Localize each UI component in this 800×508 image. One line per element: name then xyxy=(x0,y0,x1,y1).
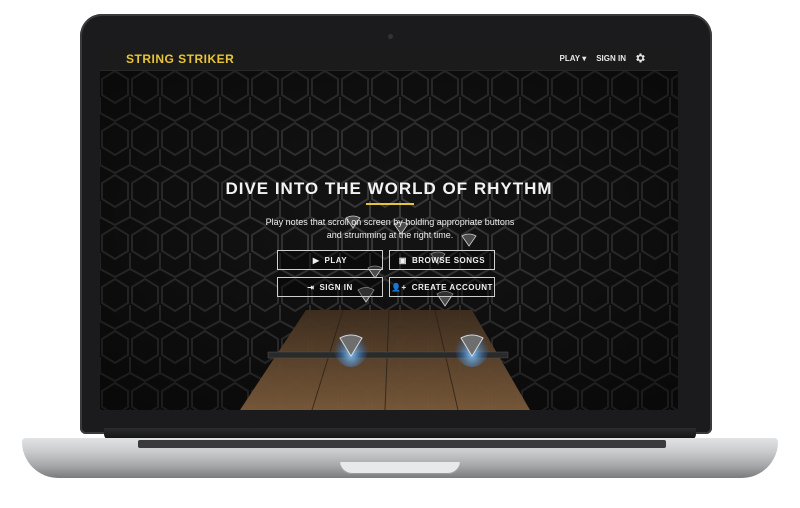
sign-in-label: SIGN IN xyxy=(319,282,353,292)
gear-icon[interactable] xyxy=(634,52,646,64)
camera xyxy=(388,34,393,39)
play-button-label: PLAY xyxy=(324,255,348,265)
nav-sign-in[interactable]: SIGN IN xyxy=(596,54,626,63)
add-user-icon: 👤+ xyxy=(391,282,407,292)
nav-links: PLAY ▾ SIGN IN xyxy=(560,54,626,63)
nav-play-dropdown[interactable]: PLAY ▾ xyxy=(560,54,587,63)
hero-subtitle-line-2: and strumming at the right time. xyxy=(326,230,454,240)
music-library-icon: ▣ xyxy=(398,255,407,265)
create-account-button[interactable]: 👤+ CREATE ACCOUNT xyxy=(389,277,495,297)
sign-in-button[interactable]: ⇥ SIGN IN xyxy=(277,277,383,297)
browse-songs-label: BROWSE SONGS xyxy=(411,255,486,265)
screen: STRING STRIKER PLAY ▾ SIGN IN DIVE INTO … xyxy=(100,48,678,410)
hero-subtitle-line-1: Play notes that scroll on screen by hold… xyxy=(265,217,515,227)
hero-title: DIVE INTO THE WORLD OF RHYTHM xyxy=(225,179,553,198)
login-icon: ⇥ xyxy=(307,282,315,292)
title-underline xyxy=(366,203,414,205)
play-icon: ▶ xyxy=(312,255,320,265)
laptop-keyboard-edge xyxy=(138,440,666,448)
laptop-notch xyxy=(340,462,460,474)
navbar: STRING STRIKER PLAY ▾ SIGN IN xyxy=(100,48,678,71)
create-account-label: CREATE ACCOUNT xyxy=(411,282,493,292)
browse-songs-button[interactable]: ▣ BROWSE SONGS xyxy=(389,250,495,270)
brand-logo[interactable]: STRING STRIKER xyxy=(126,52,234,66)
hero-subtitle: Play notes that scroll on screen by hold… xyxy=(250,216,530,242)
play-button[interactable]: ▶ PLAY xyxy=(277,250,383,270)
